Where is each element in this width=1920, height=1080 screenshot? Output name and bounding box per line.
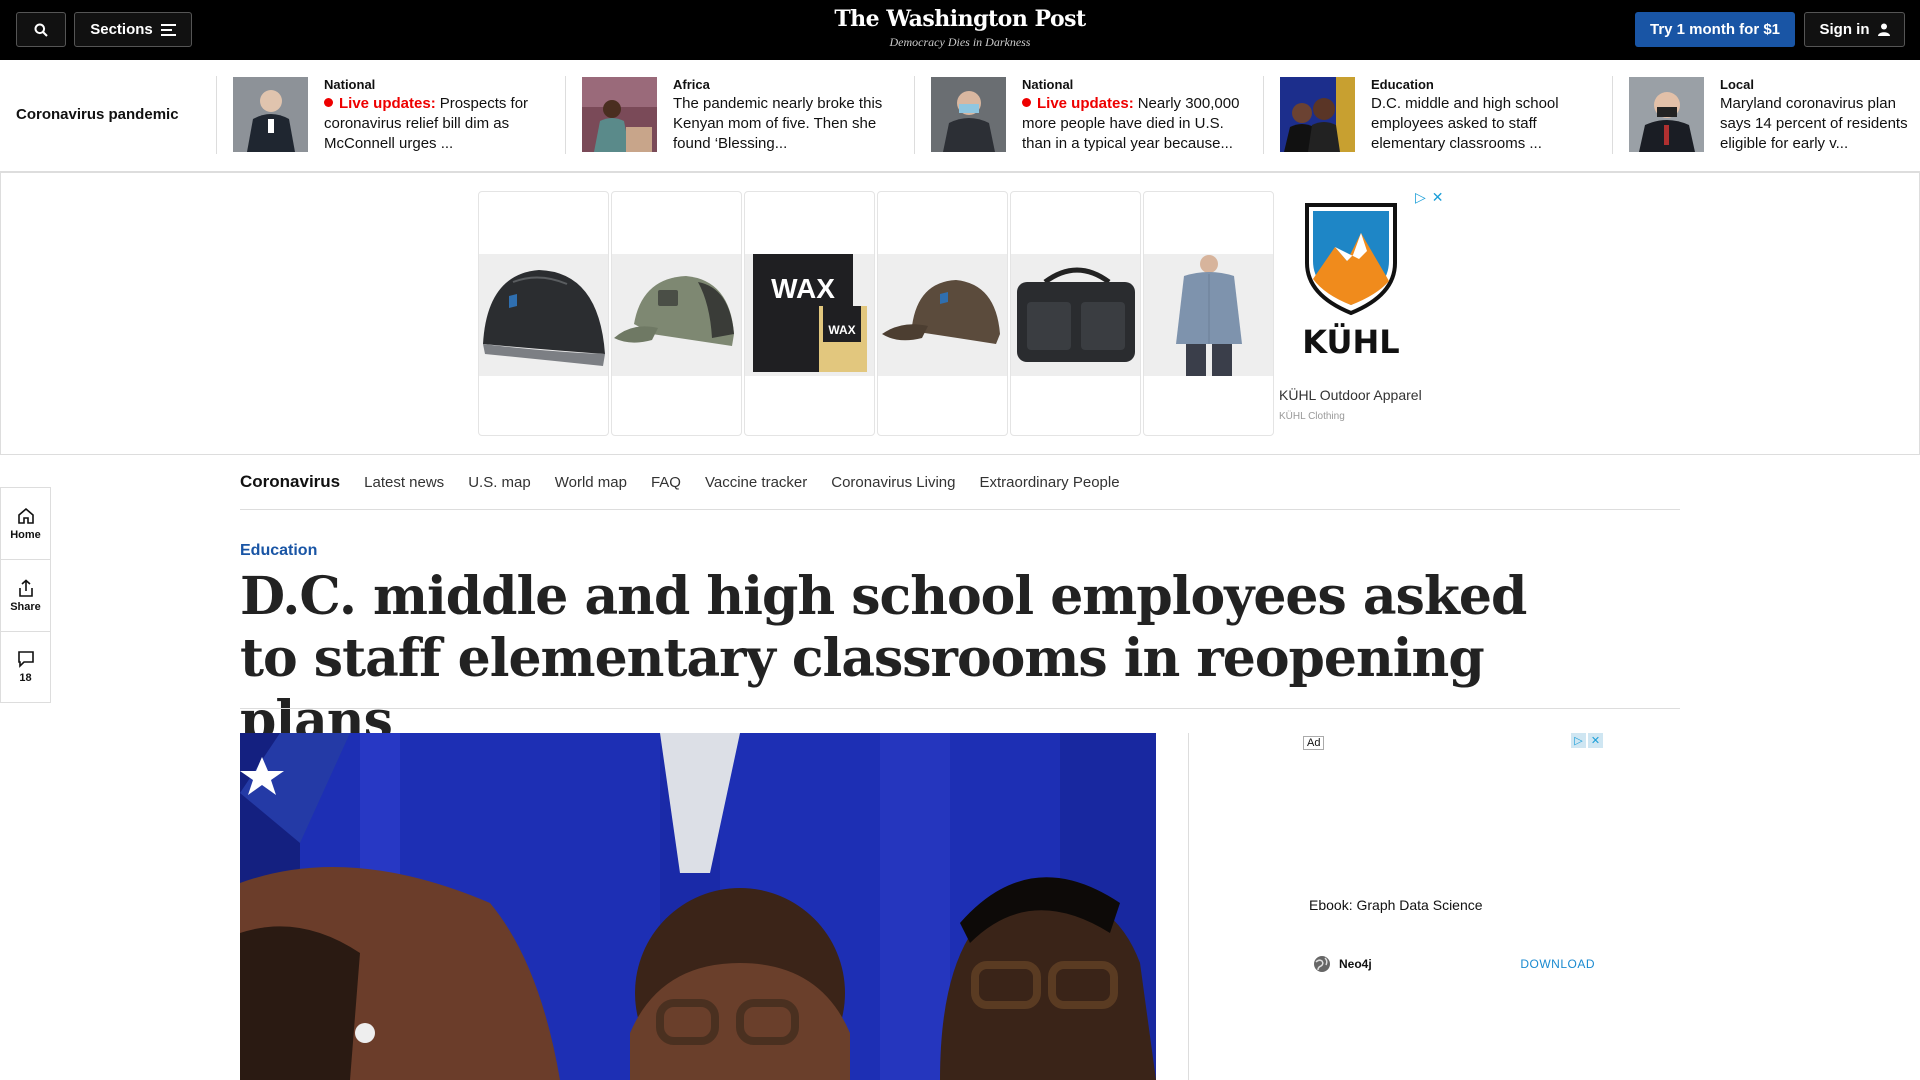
logo-tagline: Democracy Dies in Darkness [889, 35, 1031, 49]
lead-photo [240, 733, 1156, 1080]
article-kicker[interactable]: Education [240, 542, 317, 560]
live-dot-icon [1022, 98, 1031, 107]
search-button[interactable] [16, 12, 66, 47]
rail-share-label: Share [10, 600, 41, 613]
story-card-5[interactable]: Local Maryland coronavirus plan says 14 … [1629, 77, 1920, 155]
ad-sponsor: KÜHL Clothing [1279, 411, 1345, 422]
ad-close-icon[interactable]: ✕ [1432, 189, 1444, 206]
top-bar: Sections The Washington Post Democracy D… [0, 0, 1920, 60]
comments-count: 18 [19, 672, 32, 684]
ad-choices-icon[interactable]: ▷ [1415, 189, 1426, 206]
side-ad-controls[interactable]: ▷ ✕ [1571, 733, 1603, 748]
banner-ad[interactable]: WAX WAX ▷ ✕ KÜHL KÜHL Outdoor Apparel KÜH… [0, 172, 1920, 455]
live-dot-icon [324, 98, 333, 107]
story-thumbnail [1629, 77, 1704, 152]
ad-product-button-shirt[interactable] [1143, 191, 1274, 436]
subnav-link-world-map[interactable]: World map [555, 474, 627, 491]
side-ad-brand-name: Neo4j [1339, 957, 1372, 971]
rail-comments-button[interactable]: 18 [0, 631, 51, 703]
download-button[interactable]: DOWNLOAD [1520, 957, 1595, 971]
story-headline: The pandemic nearly broke this Kenyan mo… [673, 95, 883, 152]
story-card-1[interactable]: National Live updates: Prospects for coro… [233, 77, 563, 155]
logo-wordmark: The Washington Post [834, 6, 1086, 32]
ad-choices-icon[interactable]: ▷ [1571, 733, 1586, 748]
ad-label: Ad [1303, 736, 1325, 750]
story-kicker: Education [1371, 77, 1434, 92]
strip-label[interactable]: Coronavirus pandemic [16, 106, 179, 123]
story-headline: Live updates: Nearly 300,000 more people … [1022, 94, 1252, 154]
column-divider [1188, 733, 1189, 1080]
globe-icon [1314, 956, 1330, 972]
ad-product-duffel-bag[interactable] [1010, 191, 1141, 436]
site-logo[interactable]: The Washington Post Democracy Dies in Da… [760, 6, 1160, 50]
subnav-link-faq[interactable]: FAQ [651, 474, 681, 491]
ad-close-icon[interactable]: ✕ [1588, 733, 1603, 748]
strip-divider [1612, 76, 1613, 154]
live-label: Live updates: [339, 95, 436, 112]
sections-label: Sections [90, 21, 153, 38]
left-rail: Home Share 18 [0, 487, 51, 703]
kuhl-logo[interactable]: KÜHL [1301, 201, 1401, 361]
story-kicker: National [324, 77, 376, 92]
subnav-link-latest-news[interactable]: Latest news [364, 474, 444, 491]
side-ad-title[interactable]: Ebook: Graph Data Science [1309, 897, 1483, 913]
rail-home-button[interactable]: Home [0, 487, 51, 559]
ad-product-brown-cap[interactable] [877, 191, 1008, 436]
subnav-brand[interactable]: Coronavirus [240, 472, 340, 492]
subnav-link-us-map[interactable]: U.S. map [468, 474, 531, 491]
headline-divider [240, 708, 1680, 709]
user-icon [1877, 23, 1890, 36]
sign-in-button[interactable]: Sign in [1804, 12, 1905, 47]
sections-button[interactable]: Sections [74, 12, 192, 47]
ad-choices[interactable]: ▷ ✕ [1415, 189, 1444, 206]
story-thumbnail [931, 77, 1006, 152]
svg-text:WAX: WAX [771, 273, 835, 304]
ad-product-wax-bar[interactable]: WAX WAX [744, 191, 875, 436]
story-headline: D.C. middle and high school employees as… [1371, 95, 1559, 152]
story-card-3[interactable]: National Live updates: Nearly 300,000 mor… [931, 77, 1261, 155]
section-subnav: Coronavirus Latest news U.S. map World m… [240, 455, 1680, 510]
ad-advertiser-name[interactable]: KÜHL Outdoor Apparel [1279, 387, 1422, 403]
sign-in-label: Sign in [1819, 21, 1870, 38]
search-icon [34, 23, 48, 37]
subscribe-button[interactable]: Try 1 month for $1 [1635, 12, 1795, 47]
story-thumbnail [1280, 77, 1355, 152]
side-ad[interactable]: Ad ▷ ✕ Ebook: Graph Data Science Neo4j D… [1303, 733, 1603, 983]
strip-divider [216, 76, 217, 154]
home-icon [17, 507, 34, 524]
ad-product-beanie[interactable] [478, 191, 609, 436]
comment-icon [17, 651, 34, 668]
share-icon [18, 578, 33, 597]
side-ad-brand[interactable]: Neo4j [1313, 955, 1372, 973]
story-card-4[interactable]: Education D.C. middle and high school em… [1280, 77, 1610, 155]
subnav-link-coronavirus-living[interactable]: Coronavirus Living [831, 474, 955, 491]
story-kicker: Africa [673, 77, 710, 92]
kuhl-logo-text: KÜHL [1302, 323, 1399, 361]
strip-divider [1263, 76, 1264, 154]
live-label: Live updates: [1037, 95, 1134, 112]
subnav-link-vaccine-tracker[interactable]: Vaccine tracker [705, 474, 807, 491]
story-card-2[interactable]: Africa The pandemic nearly broke this Ke… [582, 77, 912, 155]
svg-text:WAX: WAX [828, 323, 855, 337]
story-headline: Live updates: Prospects for coronavirus r… [324, 94, 554, 154]
story-kicker: National [1022, 77, 1074, 92]
story-headline: Maryland coronavirus plan says 14 percen… [1720, 95, 1908, 152]
story-kicker: Local [1720, 77, 1754, 92]
ad-product-trucker-cap[interactable] [611, 191, 742, 436]
subnav-link-extraordinary-people[interactable]: Extraordinary People [979, 474, 1119, 491]
strip-divider [914, 76, 915, 154]
rail-home-label: Home [10, 528, 41, 541]
rail-share-button[interactable]: Share [0, 559, 51, 631]
strip-divider [565, 76, 566, 154]
story-strip: Coronavirus pandemic National Live updat… [0, 60, 1920, 172]
story-thumbnail [233, 77, 308, 152]
article-headline: D.C. middle and high school employees as… [240, 566, 1527, 751]
menu-icon [160, 23, 176, 36]
story-thumbnail [582, 77, 657, 152]
